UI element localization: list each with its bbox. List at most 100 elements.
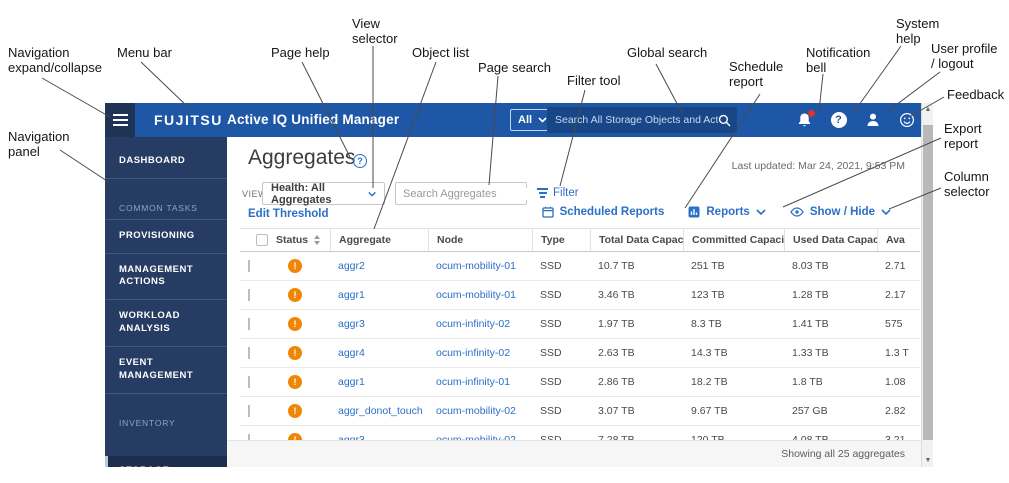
table-row: ! aggr3 ocum-mobility-02 SSD 7.28 TB 120… (240, 426, 920, 440)
reports-button[interactable]: Reports (688, 206, 765, 218)
column-header-available-capacity[interactable]: Ava (877, 229, 920, 251)
table-header-row: Status Aggregate Node Type Total Data Ca… (240, 228, 920, 252)
callout-navigation-expand: Navigation expand/collapse (8, 46, 102, 76)
aggregate-link[interactable]: aggr2 (330, 260, 428, 272)
row-checkbox[interactable] (248, 318, 250, 330)
navigation-toggle-button[interactable] (105, 103, 135, 137)
row-checkbox[interactable] (248, 347, 250, 359)
notification-badge (808, 110, 815, 117)
warning-status-icon: ! (288, 346, 302, 360)
feedback-smiley-icon[interactable] (898, 112, 915, 129)
scheduled-reports-button[interactable]: Scheduled Reports (542, 206, 665, 218)
page-search-input[interactable] (403, 188, 545, 200)
aggregate-link[interactable]: aggr1 (330, 376, 428, 388)
callout-global-search: Global search (627, 46, 707, 61)
callout-page-search: Page search (478, 61, 551, 76)
last-updated-text: Last updated: Mar 24, 2021, 9:53 PM (732, 160, 905, 172)
column-header-status[interactable]: Status (268, 229, 330, 251)
column-header-committed-capacity[interactable]: Committed Capacity (683, 229, 784, 251)
sidebar-section-common-tasks: COMMON TASKS (105, 203, 227, 220)
edit-threshold-link[interactable]: Edit Threshold (248, 208, 329, 220)
annotated-screenshot: Navigation expand/collapse Menu bar Page… (0, 0, 1009, 483)
column-header-node[interactable]: Node (428, 229, 532, 251)
callout-column-selector: Column selector (944, 170, 990, 200)
report-chart-icon (688, 206, 700, 218)
node-link[interactable]: ocum-mobility-01 (428, 289, 532, 301)
used-capacity-cell: 1.28 TB (784, 289, 877, 301)
type-cell: SSD (532, 405, 590, 417)
type-cell: SSD (532, 289, 590, 301)
page-search-box[interactable] (395, 182, 527, 205)
aggregate-link[interactable]: aggr4 (330, 347, 428, 359)
total-capacity-cell: 1.97 TB (590, 318, 683, 330)
aggregate-link[interactable]: aggr1 (330, 289, 428, 301)
used-capacity-cell: 257 GB (784, 405, 877, 417)
table-row: ! aggr_donot_touch ocum-mobility-02 SSD … (240, 397, 920, 426)
callout-view-selector: View selector (352, 17, 398, 47)
page-help-icon[interactable]: ? (353, 154, 367, 168)
show-hide-columns-button[interactable]: Show / Hide (790, 206, 891, 218)
global-search-bar[interactable] (547, 107, 737, 133)
sidebar-item-provisioning[interactable]: PROVISIONING (105, 220, 227, 254)
row-checkbox[interactable] (248, 289, 250, 301)
chevron-down-icon (881, 209, 891, 215)
column-header-type[interactable]: Type (532, 229, 590, 251)
product-title: Active IQ Unified Manager (227, 112, 399, 127)
sidebar-item-management-actions[interactable]: MANAGEMENT ACTIONS (105, 254, 227, 301)
chevron-down-icon (368, 191, 376, 197)
fujitsu-logo: FUJITSU (154, 112, 223, 128)
node-link[interactable]: ocum-mobility-02 (428, 405, 532, 417)
warning-status-icon: ! (288, 288, 302, 302)
chevron-down-icon (756, 209, 766, 215)
row-checkbox[interactable] (248, 260, 250, 272)
total-capacity-cell: 3.46 TB (590, 289, 683, 301)
user-profile-icon[interactable] (864, 112, 881, 129)
app-window: FUJITSU Active IQ Unified Manager All (105, 103, 933, 467)
callout-feedback: Feedback (947, 88, 1004, 103)
sidebar-item-storage[interactable]: STORAGE (105, 456, 227, 468)
system-help-icon[interactable]: ? (830, 112, 847, 129)
sidebar-item-workload-analysis[interactable]: WORKLOAD ANALYSIS (105, 300, 227, 347)
sort-icon[interactable] (314, 235, 320, 245)
available-capacity-cell: 2.71 (877, 260, 920, 272)
global-search-input[interactable] (555, 114, 718, 126)
aggregate-link[interactable]: aggr3 (330, 318, 428, 330)
row-checkbox[interactable] (248, 376, 250, 388)
available-capacity-cell: 2.17 (877, 289, 920, 301)
callout-notification-bell: Notification bell (806, 46, 870, 76)
filter-icon (537, 186, 548, 200)
callout-schedule-report: Schedule report (729, 60, 783, 90)
node-link[interactable]: ocum-infinity-02 (428, 318, 532, 330)
notification-bell-icon[interactable] (796, 112, 813, 129)
sidebar-item-dashboard[interactable]: DASHBOARD (105, 145, 227, 179)
select-all-checkbox[interactable] (256, 234, 268, 246)
table-row: ! aggr1 ocum-infinity-01 SSD 2.86 TB 18.… (240, 368, 920, 397)
warning-status-icon: ! (288, 433, 302, 440)
used-capacity-cell: 1.41 TB (784, 318, 877, 330)
node-link[interactable]: ocum-mobility-01 (428, 260, 532, 272)
column-header-total-capacity[interactable]: Total Data Capacity (590, 229, 683, 251)
used-capacity-cell: 8.03 TB (784, 260, 877, 272)
scrollbar-thumb[interactable] (923, 125, 933, 440)
row-checkbox[interactable] (248, 405, 250, 417)
total-capacity-cell: 3.07 TB (590, 405, 683, 417)
scroll-down-arrow-icon[interactable]: ▼ (922, 457, 934, 464)
column-header-aggregate[interactable]: Aggregate (330, 229, 428, 251)
callout-filter-tool: Filter tool (567, 74, 620, 89)
aggregate-link[interactable]: aggr_donot_touch (330, 405, 428, 417)
scroll-up-arrow-icon[interactable]: ▲ (922, 106, 934, 113)
eye-icon (790, 207, 804, 217)
node-link[interactable]: ocum-infinity-01 (428, 376, 532, 388)
page-title: Aggregates (248, 146, 355, 170)
column-header-used-capacity[interactable]: Used Data Capacity (784, 229, 877, 251)
sidebar-item-event-management[interactable]: EVENT MANAGEMENT (105, 347, 227, 394)
navigation-panel: DASHBOARD COMMON TASKS PROVISIONING MANA… (105, 137, 227, 467)
filter-button[interactable]: Filter (537, 186, 579, 200)
chevron-down-icon (538, 117, 547, 123)
committed-capacity-cell: 18.2 TB (683, 376, 784, 388)
calendar-icon (542, 206, 554, 218)
vertical-scrollbar[interactable]: ▲ ▼ (921, 103, 933, 467)
node-link[interactable]: ocum-infinity-02 (428, 347, 532, 359)
view-selector-dropdown[interactable]: Health: All Aggregates (262, 182, 385, 205)
callout-page-help: Page help (271, 46, 330, 61)
